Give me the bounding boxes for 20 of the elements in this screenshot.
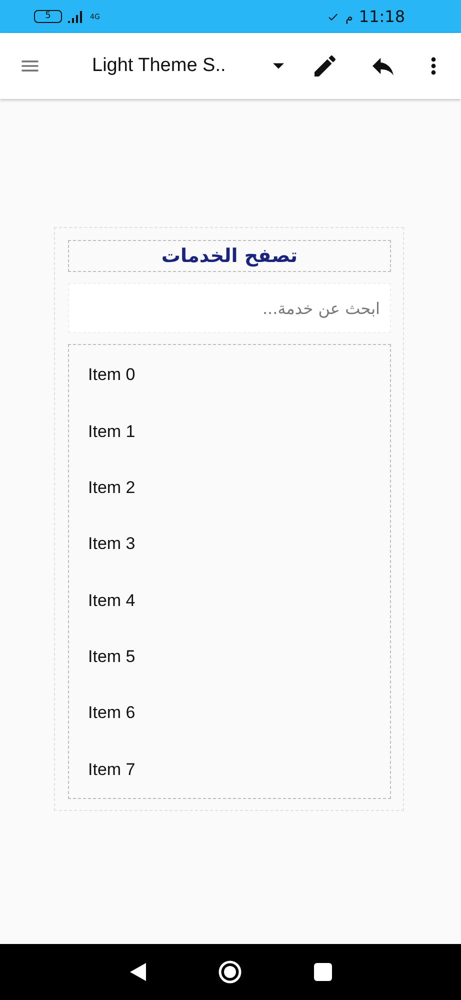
back-icon[interactable] [130,963,146,981]
signal-icon [68,10,84,22]
recents-icon[interactable] [314,963,332,981]
battery-icon: 5 [34,10,62,23]
list-item[interactable]: Item 0 [69,347,390,404]
caret-icon [273,63,284,69]
list-item[interactable]: Item 6 [69,685,390,742]
list-item[interactable]: Item 3 [69,516,390,572]
home-icon[interactable] [218,960,242,984]
status-time: 11:18 [358,7,405,26]
search-field[interactable]: ابحث عن خدمة... [68,283,391,333]
more-icon [430,57,436,75]
list-item[interactable]: Item 1 [69,403,390,460]
list-item[interactable]: Item 5 [69,628,390,686]
panel-title: تصفح الخدمات [68,240,391,272]
list-item[interactable]: Item 7 [69,742,390,798]
list-item[interactable]: Item 4 [69,572,390,629]
list-item[interactable]: Item 2 [69,460,390,516]
ampm-label: م [345,10,353,24]
theme-dropdown[interactable]: Light Theme S.. [92,55,292,77]
